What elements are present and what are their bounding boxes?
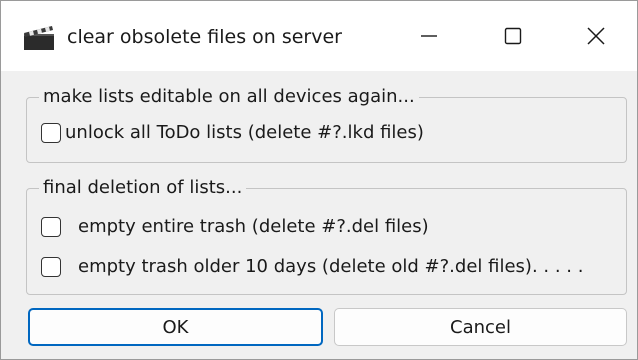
- delete-group: final deletion of lists... empty entire …: [26, 175, 627, 295]
- delete-group-legend: final deletion of lists...: [39, 175, 247, 201]
- unlock-all-label: unlock all ToDo lists (delete #?.lkd fil…: [65, 122, 424, 143]
- unlock-group-legend: make lists editable on all devices again…: [39, 84, 419, 110]
- checkbox-box[interactable]: [41, 217, 61, 237]
- close-icon: [587, 27, 605, 45]
- minimize-icon: [421, 35, 437, 37]
- empty-trash-checkbox[interactable]: empty entire trash (delete #?.del files): [41, 214, 429, 240]
- dialog-window: clear obsolete files on server make list…: [0, 0, 638, 360]
- title-bar[interactable]: clear obsolete files on server: [1, 1, 637, 71]
- checkbox-box[interactable]: [41, 123, 61, 143]
- maximize-icon: [504, 27, 522, 45]
- minimize-button[interactable]: [387, 1, 471, 71]
- window-title: clear obsolete files on server: [67, 26, 342, 48]
- empty-old-trash-label: empty trash older 10 days (delete old #?…: [78, 256, 584, 277]
- checkbox-box[interactable]: [41, 257, 61, 277]
- ok-button[interactable]: OK: [28, 308, 323, 346]
- close-button[interactable]: [555, 1, 637, 71]
- clapperboard-icon: [24, 26, 54, 50]
- unlock-all-checkbox[interactable]: unlock all ToDo lists (delete #?.lkd fil…: [41, 120, 424, 146]
- maximize-button[interactable]: [471, 1, 555, 71]
- empty-trash-label: empty entire trash (delete #?.del files): [78, 216, 429, 237]
- cancel-button[interactable]: Cancel: [334, 308, 627, 346]
- empty-old-trash-checkbox[interactable]: empty trash older 10 days (delete old #?…: [41, 254, 583, 280]
- unlock-group: make lists editable on all devices again…: [26, 84, 627, 163]
